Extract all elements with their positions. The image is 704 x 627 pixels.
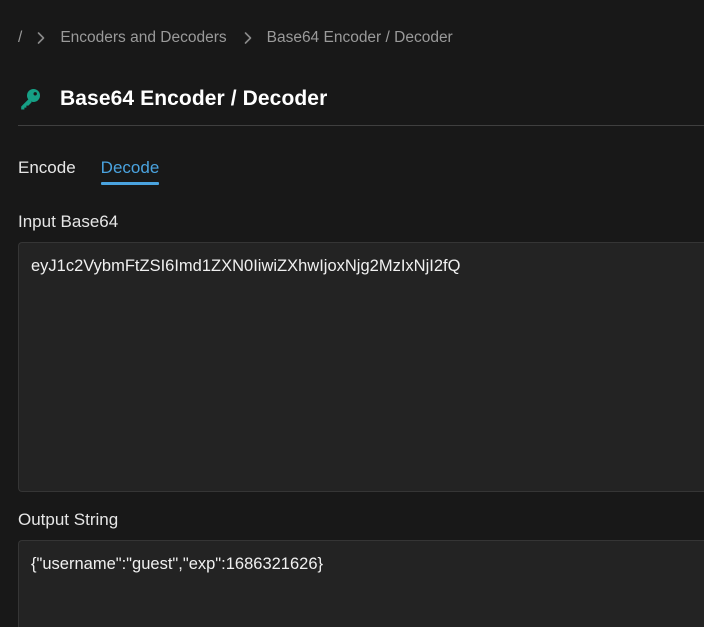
breadcrumb-item-current: Base64 Encoder / Decoder: [266, 29, 453, 46]
breadcrumb-item-encoders[interactable]: Encoders and Decoders: [60, 29, 226, 47]
output-string-label: Output String: [18, 510, 119, 529]
input-base64-label: Input Base64: [18, 212, 119, 231]
page: / Encoders and Decoders Base64 Encoder /…: [0, 0, 704, 627]
tab-encode[interactable]: Encode: [18, 158, 76, 184]
output-string-textarea[interactable]: {"username":"guest","exp":1686321626}: [18, 540, 704, 627]
page-header: Base64 Encoder / Decoder: [18, 84, 327, 114]
page-title: Base64 Encoder / Decoder: [60, 87, 328, 110]
breadcrumb-root-link[interactable]: /: [18, 29, 22, 47]
breadcrumb: / Encoders and Decoders Base64 Encoder /…: [18, 27, 469, 49]
chevron-right-icon: [36, 31, 46, 45]
key-icon: [18, 87, 42, 111]
chevron-right-icon: [243, 31, 253, 45]
header-divider: [18, 125, 704, 126]
input-base64-textarea[interactable]: eyJ1c2VybmFtZSI6Imd1ZXN0IiwiZXhwIjoxNjg2…: [18, 242, 704, 492]
tab-decode[interactable]: Decode: [100, 158, 159, 185]
mode-tabs: Encode Decode: [18, 158, 184, 185]
